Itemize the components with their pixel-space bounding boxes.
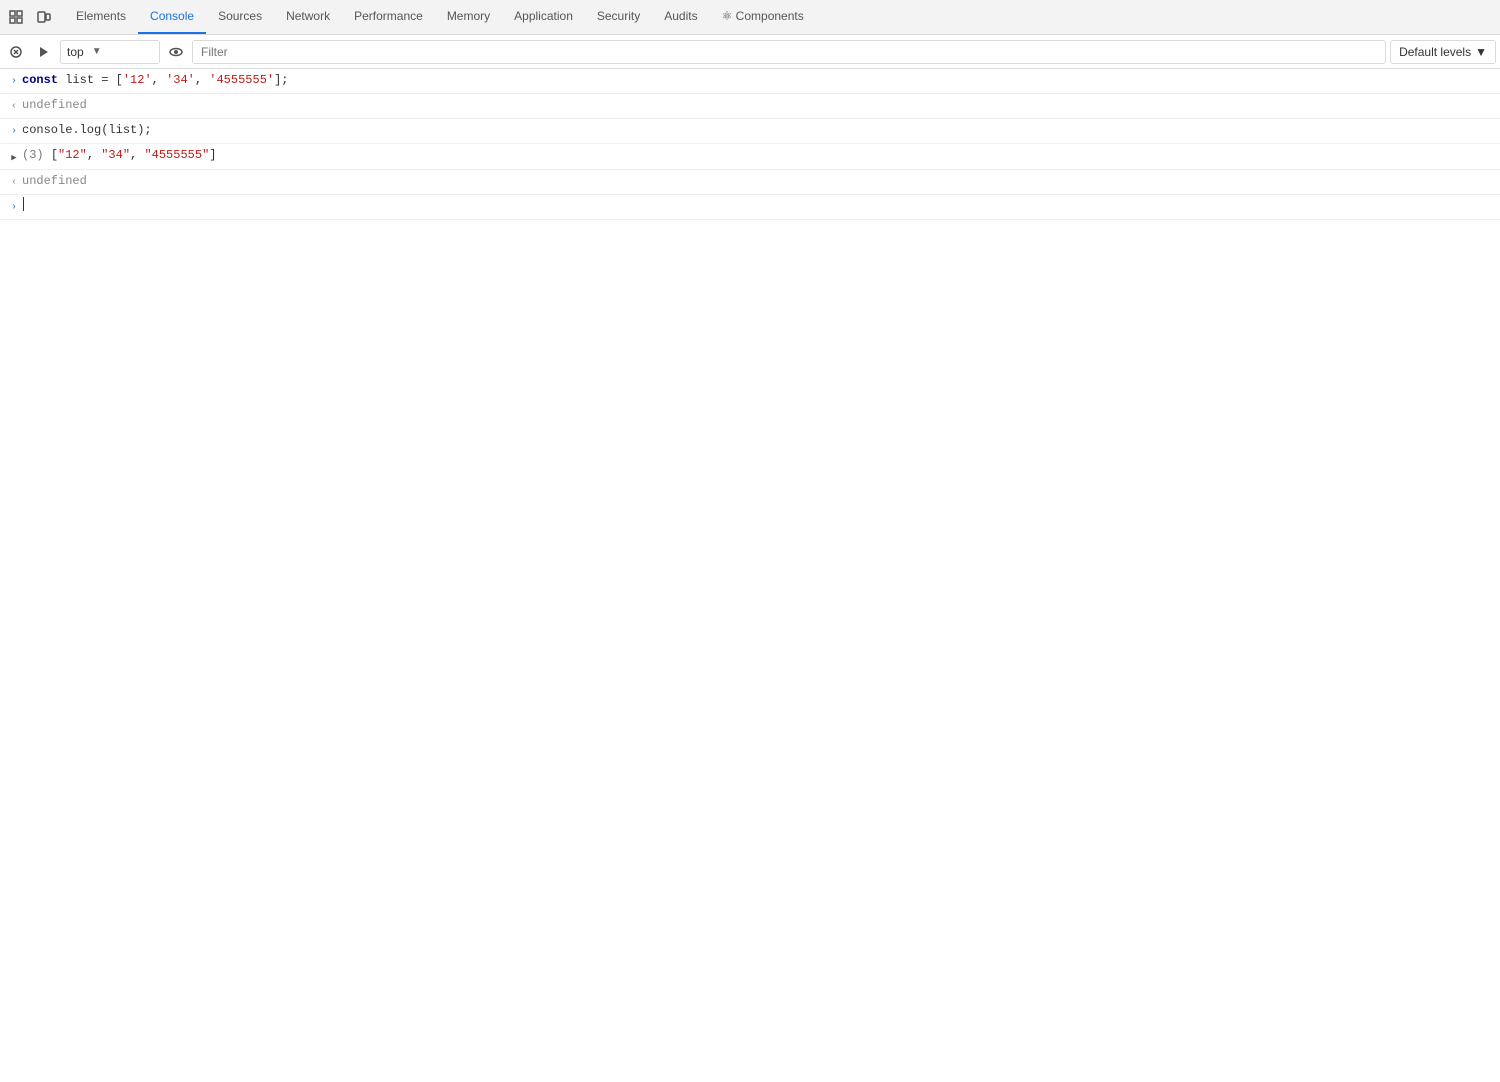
inspect-element-button[interactable] — [4, 5, 28, 29]
play-button[interactable] — [32, 40, 56, 64]
entry-arrow-2: ‹ — [6, 96, 22, 116]
levels-arrow-icon: ▼ — [1475, 45, 1487, 59]
console-toolbar: top ▼ Default levels ▼ — [0, 35, 1500, 69]
keyword-const: const — [22, 73, 58, 87]
tab-elements[interactable]: Elements — [64, 0, 138, 34]
consolelog-call: console.log(list); — [22, 123, 152, 137]
entry-content-1: const list = ['12', '34', '4555555']; — [22, 71, 1500, 89]
tab-console[interactable]: Console — [138, 0, 206, 34]
entry-content-2: undefined — [22, 96, 1500, 114]
array-str-12: "12" — [58, 148, 87, 162]
array-str-4555555: "4555555" — [144, 148, 209, 162]
nav-tabs: Elements Console Sources Network Perform… — [64, 0, 816, 34]
filter-input[interactable] — [192, 40, 1386, 64]
tab-components[interactable]: ⚛ Components — [710, 0, 816, 34]
str-4555555: '4555555' — [209, 73, 274, 87]
entry-content-3: console.log(list); — [22, 121, 1500, 139]
nav-icons-group — [4, 5, 56, 29]
console-entry-2: ‹ undefined — [0, 94, 1500, 119]
tab-audits[interactable]: Audits — [652, 0, 709, 34]
tab-application[interactable]: Application — [502, 0, 585, 34]
console-output: › const list = ['12', '34', '4555555']; … — [0, 69, 1500, 1081]
console-entry-5: ‹ undefined — [0, 170, 1500, 195]
console-entry-4: ▶ (3) ["12", "34", "4555555"] — [0, 144, 1500, 170]
devtools-nav-bar: Elements Console Sources Network Perform… — [0, 0, 1500, 35]
entry-content-6 — [22, 197, 1500, 211]
clear-console-button[interactable] — [4, 40, 28, 64]
bracket-open: [ — [116, 73, 123, 87]
array-bracket-close: ] — [209, 148, 216, 162]
str-34: '34' — [166, 73, 195, 87]
device-toolbar-button[interactable] — [32, 5, 56, 29]
expand-arrow-4[interactable]: ▶ — [6, 146, 22, 167]
array-count: (3) — [22, 148, 51, 162]
filter-input-wrapper — [192, 40, 1386, 64]
input-cursor — [23, 197, 24, 211]
entry-content-4: (3) ["12", "34", "4555555"] — [22, 146, 1500, 164]
console-entry-6[interactable]: › — [0, 195, 1500, 220]
array-str-34: "34" — [101, 148, 130, 162]
context-dropdown-arrow: ▼ — [92, 46, 102, 57]
operator-equals: = — [101, 73, 115, 87]
context-selector[interactable]: top ▼ — [60, 40, 160, 64]
tab-memory[interactable]: Memory — [435, 0, 502, 34]
comma-2: , — [195, 73, 209, 87]
entry-arrow-6: › — [6, 197, 22, 217]
entry-arrow-5: ‹ — [6, 172, 22, 192]
entry-arrow-1[interactable]: › — [6, 71, 22, 91]
context-value: top — [67, 45, 84, 59]
undefined-text-2: undefined — [22, 174, 87, 188]
array-bracket-open: [ — [51, 148, 58, 162]
entry-content-5: undefined — [22, 172, 1500, 190]
tab-security[interactable]: Security — [585, 0, 652, 34]
eye-button[interactable] — [164, 40, 188, 64]
array-comma-1: , — [87, 148, 101, 162]
tab-network[interactable]: Network — [274, 0, 342, 34]
tab-sources[interactable]: Sources — [206, 0, 274, 34]
comma-1: , — [152, 73, 166, 87]
console-entry-3: › console.log(list); — [0, 119, 1500, 144]
array-comma-2: , — [130, 148, 144, 162]
tab-performance[interactable]: Performance — [342, 0, 435, 34]
var-name-list: list — [65, 73, 101, 87]
levels-button[interactable]: Default levels ▼ — [1390, 40, 1496, 64]
entry-arrow-3[interactable]: › — [6, 121, 22, 141]
bracket-close: ]; — [274, 73, 288, 87]
str-12: '12' — [123, 73, 152, 87]
undefined-text-1: undefined — [22, 98, 87, 112]
levels-label: Default levels — [1399, 45, 1471, 59]
console-entry-1: › const list = ['12', '34', '4555555']; — [0, 69, 1500, 94]
